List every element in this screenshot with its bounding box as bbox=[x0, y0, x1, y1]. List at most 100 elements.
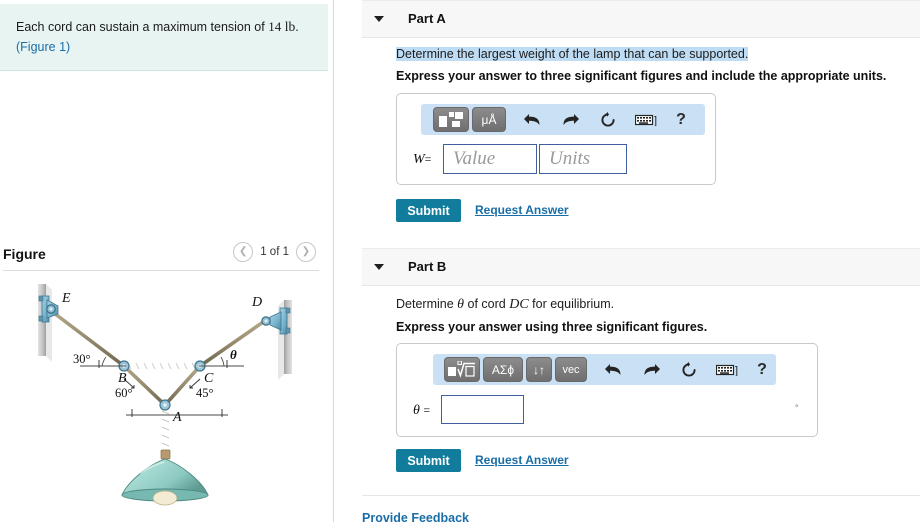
problem-page: Each cord can sustain a maximum tension … bbox=[0, 0, 920, 525]
part-b-header[interactable]: Part B bbox=[362, 248, 920, 286]
pendant-lamp bbox=[121, 449, 209, 506]
label-theta: θ bbox=[230, 347, 237, 362]
part-b-instruction: Express your answer using three signific… bbox=[396, 320, 708, 334]
part-a-question: Determine the largest weight of the lamp… bbox=[396, 47, 749, 61]
chevron-left-icon[interactable]: ❮ bbox=[233, 242, 254, 262]
template-radical-button[interactable] bbox=[444, 357, 480, 382]
keyboard-shortcuts-button[interactable]: ] bbox=[713, 357, 743, 382]
help-label: ? bbox=[676, 110, 686, 128]
part-b-question: Determine θ of cord DC for equilibrium. bbox=[396, 297, 614, 313]
part-b-variable: θ = bbox=[413, 403, 430, 419]
help-button[interactable]: ? bbox=[670, 107, 692, 132]
part-b-toolbar: ΑΣϕ ↓↑ vec] ? bbox=[433, 354, 776, 385]
svg-text:]: ] bbox=[654, 115, 657, 126]
figure-counter: 1 of 1 bbox=[260, 246, 289, 258]
undo-icon bbox=[604, 364, 620, 375]
part-a-toolbar: μÅ] ? bbox=[421, 104, 705, 135]
cord-network bbox=[48, 308, 268, 455]
undo-icon bbox=[523, 114, 539, 125]
part-a-label: Part A bbox=[408, 11, 446, 26]
figure-1-link[interactable]: (Figure 1) bbox=[16, 38, 70, 56]
problem-statement-text: Each cord can sustain a maximum tension … bbox=[16, 20, 265, 34]
provide-feedback-link[interactable]: Provide Feedback bbox=[362, 511, 469, 525]
redo-button[interactable] bbox=[556, 107, 584, 132]
redo-icon bbox=[644, 364, 660, 375]
problem-statement-period: . bbox=[295, 20, 299, 34]
part-b-question-mid: of cord bbox=[467, 297, 506, 311]
reset-icon bbox=[682, 361, 696, 377]
keyboard-icon: ] bbox=[635, 114, 658, 126]
angle-label-30: 30° bbox=[73, 352, 91, 366]
undo-button[interactable] bbox=[599, 357, 627, 382]
part-a-submit-button[interactable]: Submit bbox=[396, 199, 461, 222]
vector-button[interactable]: vec bbox=[555, 357, 587, 382]
ring-a bbox=[159, 399, 171, 411]
arrows-button[interactable]: ↓↑ bbox=[526, 357, 552, 382]
help-button[interactable]: ? bbox=[751, 357, 773, 382]
keyboard-shortcuts-button[interactable]: ] bbox=[632, 107, 662, 132]
reset-button[interactable] bbox=[675, 357, 703, 382]
part-b-degree-unit: ° bbox=[795, 403, 799, 413]
angle-label-60: 60° bbox=[115, 386, 133, 400]
redo-icon bbox=[563, 114, 579, 125]
part-b-variable-symbol: θ bbox=[413, 403, 420, 418]
help-label: ? bbox=[757, 360, 767, 378]
part-b-question-theta: θ bbox=[457, 297, 465, 312]
part-b-answer-box: ΑΣϕ ↓↑ vec] ? θ = ° bbox=[396, 343, 818, 437]
svg-text:]: ] bbox=[735, 365, 738, 376]
greek-letters-button[interactable]: ΑΣϕ bbox=[483, 357, 523, 382]
problem-tension-unit: lb bbox=[284, 19, 296, 34]
caret-down-icon[interactable] bbox=[374, 16, 384, 22]
part-a-instruction: Express your answer to three significant… bbox=[396, 69, 887, 83]
part-b-label: Part B bbox=[408, 259, 447, 274]
template-fraction-icon bbox=[439, 112, 463, 127]
reset-icon bbox=[601, 111, 615, 127]
label-e: E bbox=[61, 291, 71, 306]
part-b-equals: = bbox=[423, 403, 431, 417]
part-a-equals: = bbox=[424, 152, 432, 166]
reset-button[interactable] bbox=[594, 107, 622, 132]
right-panel: Part A Determine the largest weight of t… bbox=[335, 0, 920, 525]
part-b-request-answer-link[interactable]: Request Answer bbox=[475, 453, 569, 467]
bracket-e bbox=[38, 295, 59, 323]
greek-letters-label: ΑΣϕ bbox=[491, 362, 515, 377]
template-fraction-button[interactable] bbox=[433, 107, 469, 132]
caret-down-icon[interactable] bbox=[374, 264, 384, 270]
part-b-submit-button[interactable]: Submit bbox=[396, 449, 461, 472]
figure-diagram[interactable]: E D B C A θ 30° 60° 45° bbox=[0, 278, 334, 522]
problem-tension-value: 14 bbox=[268, 19, 282, 34]
part-a-answer-box: μÅ] ? W= Value Units bbox=[396, 93, 716, 185]
part-a-value-input[interactable]: Value bbox=[443, 144, 537, 174]
part-a-variable-symbol: W bbox=[413, 152, 425, 167]
part-b-question-pre: Determine bbox=[396, 297, 454, 311]
part-a-units-input[interactable]: Units bbox=[539, 144, 627, 174]
undo-button[interactable] bbox=[518, 107, 546, 132]
lamp-cords-diagram: E D B C A θ 30° 60° 45° bbox=[38, 284, 292, 506]
part-b-question-post: for equilibrium. bbox=[532, 297, 615, 311]
units-button[interactable]: μÅ bbox=[472, 107, 506, 132]
problem-statement: Each cord can sustain a maximum tension … bbox=[0, 4, 328, 71]
chevron-right-icon[interactable]: ❯ bbox=[296, 242, 316, 262]
template-radical-icon bbox=[448, 361, 475, 378]
part-a-request-answer-link[interactable]: Request Answer bbox=[475, 203, 569, 217]
figure-navigation: ❮ 1 of 1 ❯ bbox=[233, 242, 316, 262]
label-a: A bbox=[172, 410, 182, 425]
part-b-value-input[interactable] bbox=[441, 395, 524, 424]
part-b-question-cord: DC bbox=[509, 297, 529, 312]
bracket-d bbox=[261, 307, 291, 335]
part-a-header[interactable]: Part A bbox=[362, 0, 920, 38]
footer-divider bbox=[362, 495, 920, 496]
keyboard-icon: ] bbox=[716, 364, 739, 376]
figure-divider bbox=[3, 270, 319, 271]
part-a-variable: W= bbox=[413, 152, 431, 168]
left-panel: Each cord can sustain a maximum tension … bbox=[0, 0, 334, 522]
label-b: B bbox=[118, 371, 127, 386]
angle-label-45: 45° bbox=[196, 386, 214, 400]
label-d: D bbox=[251, 295, 262, 310]
figure-panel-title: Figure bbox=[3, 246, 46, 262]
redo-button[interactable] bbox=[637, 357, 665, 382]
label-c: C bbox=[204, 371, 214, 386]
arrows-label: ↓↑ bbox=[533, 362, 545, 377]
vector-label: vec bbox=[562, 363, 580, 376]
figure-header: Figure ❮ 1 of 1 ❯ bbox=[0, 240, 334, 278]
